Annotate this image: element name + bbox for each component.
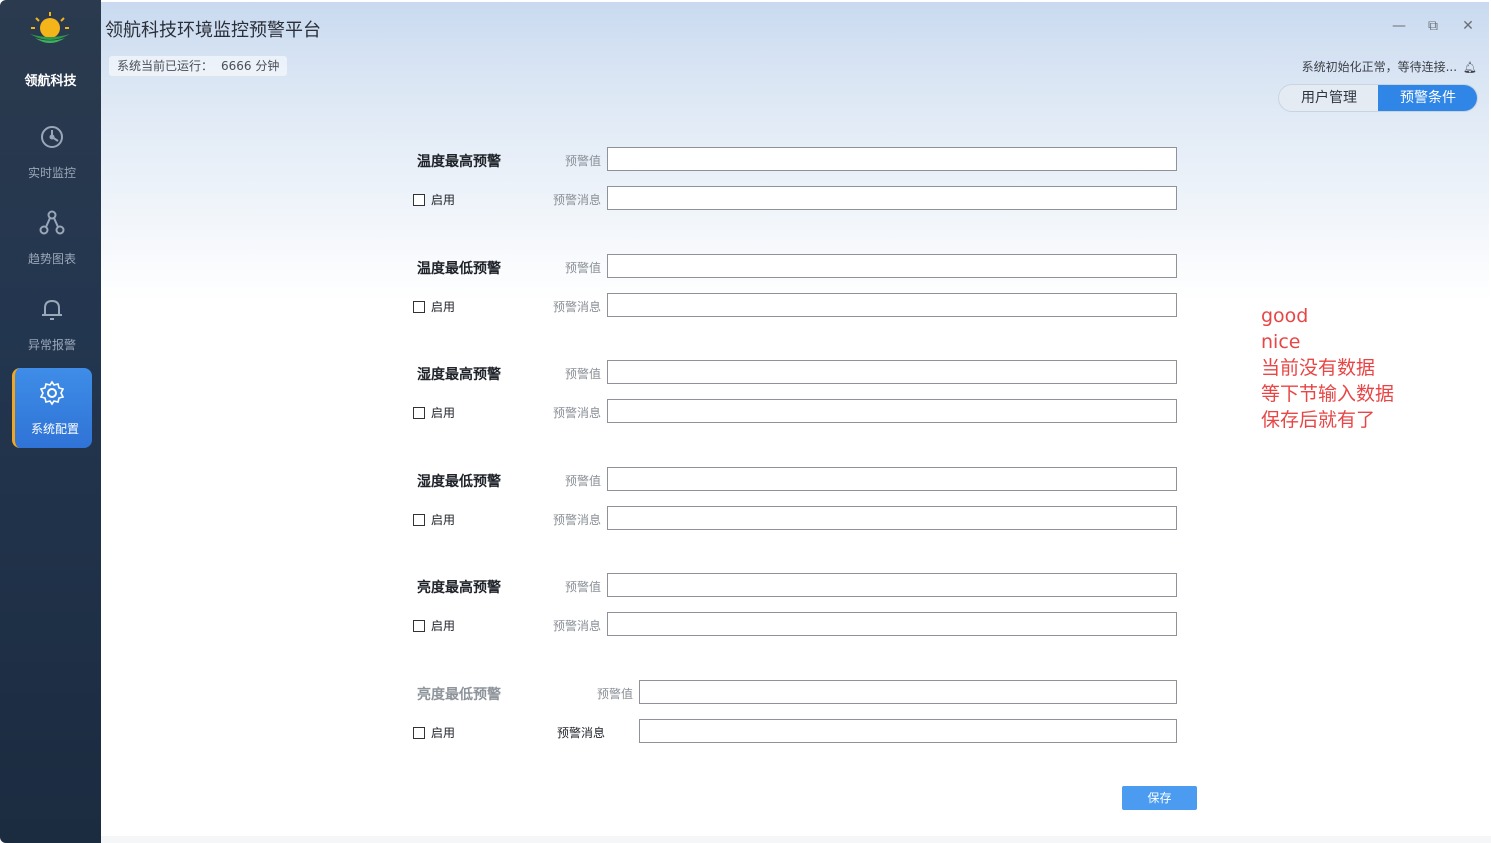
enable-checkbox[interactable]: 启用	[413, 511, 455, 528]
enable-label: 启用	[431, 300, 456, 314]
chart-nodes-icon	[39, 210, 65, 235]
group-title: 湿度最高预警	[417, 367, 501, 383]
annotation-line: 当前没有数据	[1261, 357, 1376, 379]
enable-label: 启用	[431, 619, 456, 633]
threshold-label: 预警值	[564, 154, 601, 168]
message-label: 预警消息	[552, 193, 601, 207]
message-input[interactable]	[607, 612, 1177, 636]
runtime-value: 6666 分钟	[221, 59, 280, 73]
enable-label: 启用	[431, 406, 456, 420]
annotation-line: 等下节输入数据	[1261, 383, 1395, 405]
app-window: 领航科技 实时监控 趋势图表 异常报警 系统配置 领航科技环境监控预警平台 — …	[0, 0, 1491, 843]
enable-checkbox[interactable]: 启用	[413, 724, 455, 741]
message-label: 预警消息	[556, 726, 605, 740]
annotation-note: good nice 当前没有数据 等下节输入数据 保存后就有了	[1261, 303, 1394, 433]
tab-alert-conditions[interactable]: 预警条件	[1378, 85, 1477, 111]
group-title: 温度最高预警	[417, 154, 501, 170]
enable-label: 启用	[431, 726, 456, 740]
sidebar-item-label: 异常报警	[27, 338, 76, 352]
tab-bar: 用户管理 预警条件	[1278, 84, 1478, 112]
checkbox-box[interactable]	[413, 514, 425, 526]
main-panel: 领航科技环境监控预警平台 — ⧉ ✕ 系统当前已运行： 6666 分钟 系统初始化…	[101, 2, 1489, 836]
gear-icon	[39, 380, 65, 406]
minimize-button[interactable]: —	[1389, 16, 1409, 36]
sidebar-item-system-config[interactable]: 系统配置	[12, 368, 92, 448]
threshold-input[interactable]	[607, 467, 1177, 491]
threshold-input[interactable]	[607, 254, 1177, 278]
message-label: 预警消息	[552, 513, 601, 527]
annotation-line: nice	[1261, 331, 1301, 353]
annotation-line: 保存后就有了	[1261, 409, 1376, 431]
checkbox-box[interactable]	[413, 301, 425, 313]
checkbox-box[interactable]	[413, 727, 425, 739]
threshold-input[interactable]	[607, 573, 1177, 597]
enable-checkbox[interactable]: 启用	[413, 617, 455, 634]
sidebar-item-label: 实时监控	[27, 166, 76, 180]
threshold-label: 预警值	[564, 261, 601, 275]
runtime-label: 系统当前已运行：	[117, 59, 214, 73]
checkbox-box[interactable]	[413, 620, 425, 632]
threshold-input[interactable]	[607, 147, 1177, 171]
enable-label: 启用	[431, 193, 456, 207]
annotation-line: good	[1261, 305, 1309, 327]
threshold-input[interactable]	[639, 680, 1177, 704]
group-title: 亮度最低预警	[417, 687, 501, 703]
notification-bell-icon[interactable]: 🔔︎	[1463, 61, 1477, 74]
checkbox-box[interactable]	[413, 407, 425, 419]
enable-checkbox[interactable]: 启用	[413, 404, 455, 421]
enable-label: 启用	[431, 513, 456, 527]
close-button[interactable]: ✕	[1458, 16, 1478, 36]
group-title: 湿度最低预警	[417, 474, 501, 490]
message-input[interactable]	[607, 399, 1177, 423]
enable-checkbox[interactable]: 启用	[413, 298, 455, 315]
message-input[interactable]	[607, 506, 1177, 530]
dashboard-icon	[41, 126, 63, 148]
logo-icon	[30, 12, 70, 43]
window-title: 领航科技环境监控预警平台	[105, 20, 321, 41]
group-title: 温度最低预警	[417, 261, 501, 277]
message-label: 预警消息	[552, 300, 601, 314]
brand-name: 领航科技	[24, 74, 77, 89]
bell-icon	[42, 299, 62, 320]
message-label: 预警消息	[552, 406, 601, 420]
group-title: 亮度最高预警	[417, 580, 501, 596]
connection-status: 系统初始化正常，等待连接... 🔔︎	[1302, 58, 1477, 75]
sidebar-item-label: 系统配置	[30, 422, 79, 436]
threshold-label: 预警值	[564, 367, 601, 381]
message-input[interactable]	[607, 186, 1177, 210]
sidebar-item-alarms[interactable]: 异常报警	[12, 284, 92, 364]
threshold-label: 预警值	[596, 687, 633, 701]
sidebar-item-trend-chart[interactable]: 趋势图表	[12, 198, 92, 278]
restore-button[interactable]: ⧉	[1423, 16, 1443, 36]
tab-user-management[interactable]: 用户管理	[1279, 85, 1379, 111]
enable-checkbox[interactable]: 启用	[413, 191, 455, 208]
message-label: 预警消息	[552, 619, 601, 633]
message-input[interactable]	[639, 719, 1177, 743]
threshold-label: 预警值	[564, 580, 601, 594]
runtime-indicator: 系统当前已运行： 6666 分钟	[109, 56, 288, 76]
threshold-label: 预警值	[564, 474, 601, 488]
status-text: 系统初始化正常，等待连接...	[1301, 60, 1458, 74]
taskbar-strip	[101, 836, 1491, 843]
sidebar-item-label: 趋势图表	[27, 252, 76, 266]
save-button[interactable]: 保存	[1122, 786, 1197, 810]
checkbox-box[interactable]	[413, 194, 425, 206]
sidebar: 领航科技 实时监控 趋势图表 异常报警 系统配置	[0, 0, 101, 843]
message-input[interactable]	[607, 293, 1177, 317]
sidebar-item-realtime-monitor[interactable]: 实时监控	[12, 112, 92, 192]
threshold-input[interactable]	[607, 360, 1177, 384]
